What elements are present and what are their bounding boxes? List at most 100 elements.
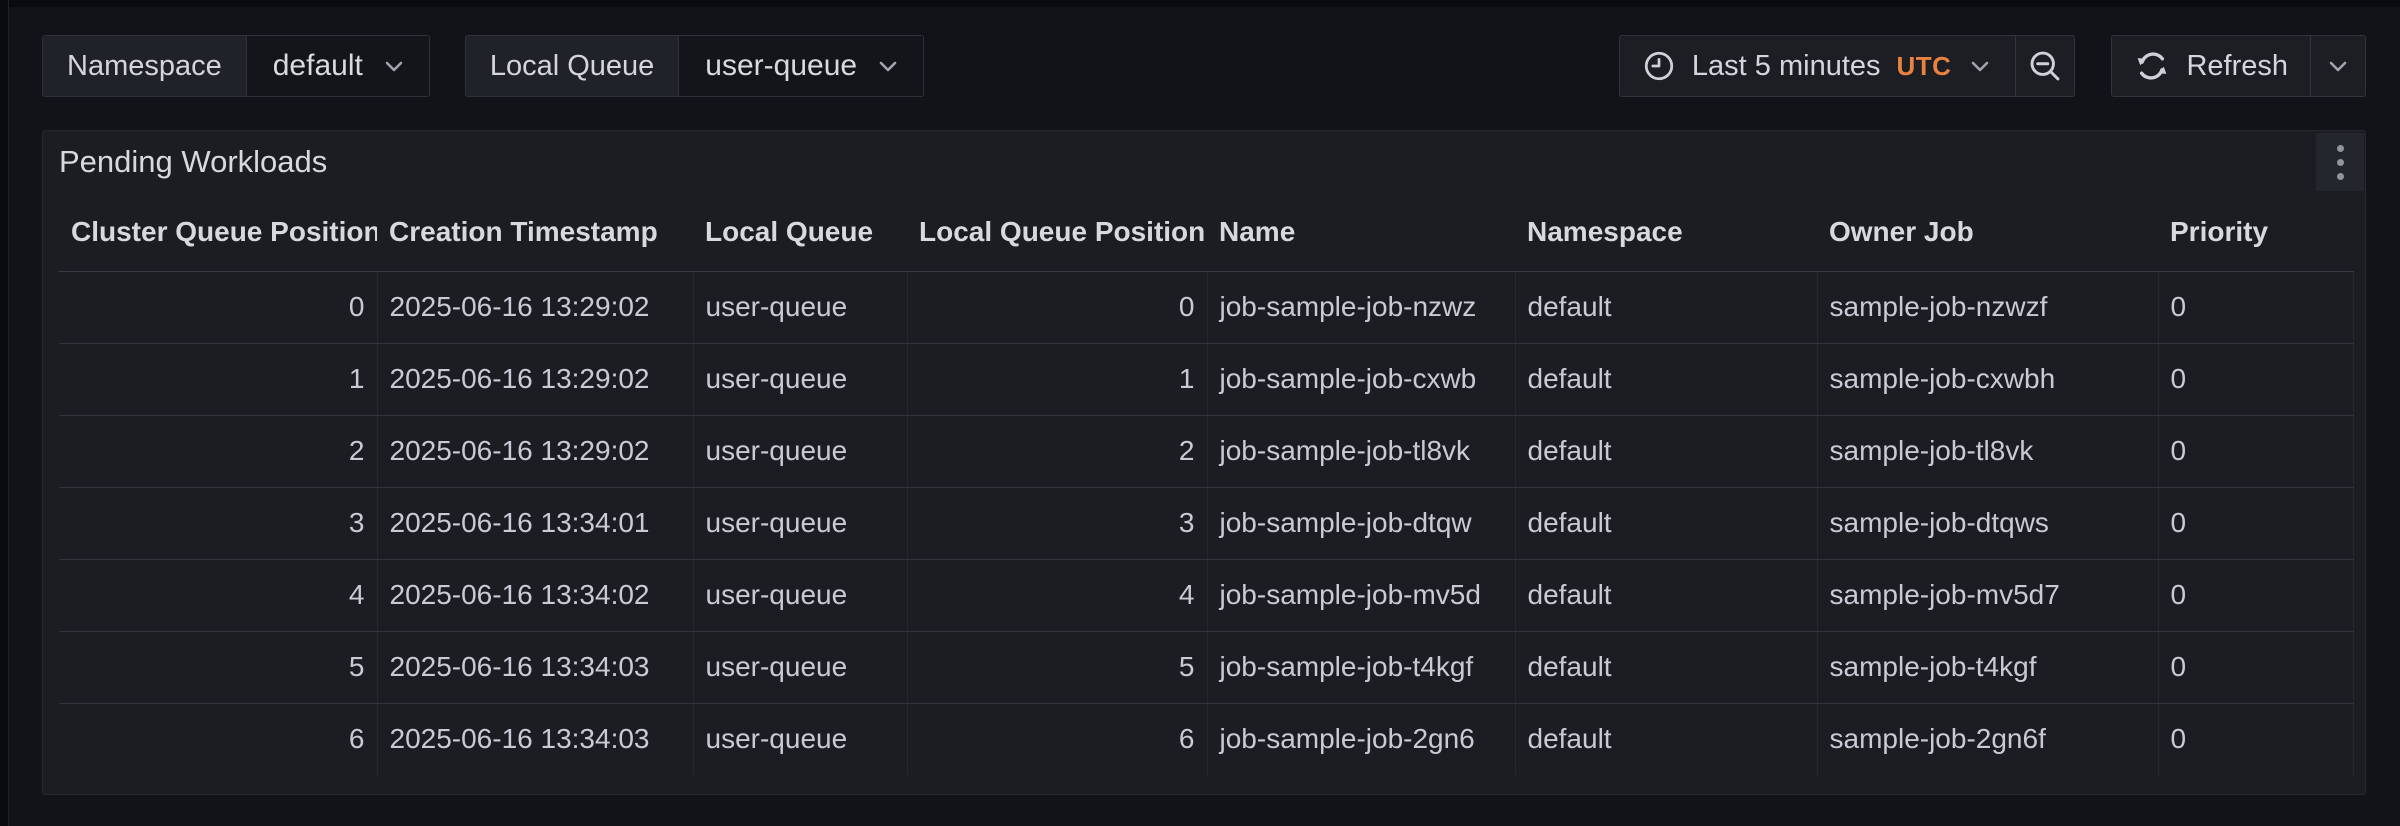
toolbar-spacer [924,35,1619,97]
table-cell: default [1515,271,1817,343]
table-cell: 0 [2158,343,2353,415]
table-cell: 2025-06-16 13:34:01 [377,487,693,559]
table-cell: 6 [59,703,377,775]
table-cell: sample-job-mv5d7 [1817,559,2158,631]
column-header-local-queue-position[interactable]: Local Queue Position [907,193,1207,271]
table-cell: 2025-06-16 13:29:02 [377,343,693,415]
table-cell: job-sample-job-cxwb [1207,343,1515,415]
table-cell: sample-job-cxwbh [1817,343,2158,415]
table-cell: 1 [907,343,1207,415]
table-cell: 0 [2158,271,2353,343]
column-header-creation-timestamp[interactable]: Creation Timestamp [377,193,693,271]
table-cell: job-sample-job-t4kgf [1207,631,1515,703]
table-row: 42025-06-16 13:34:02user-queue4job-sampl… [59,559,2353,631]
window-edge-left [0,0,9,826]
refresh-interval-dropdown[interactable] [2310,36,2365,96]
table-cell: 2025-06-16 13:29:02 [377,415,693,487]
table-cell: 6 [907,703,1207,775]
magnifier-minus-icon [2027,48,2063,84]
table-cell: default [1515,343,1817,415]
chevron-down-icon [2325,53,2351,79]
table-cell: job-sample-job-tl8vk [1207,415,1515,487]
table-row: 02025-06-16 13:29:02user-queue0job-sampl… [59,271,2353,343]
column-header-local-queue[interactable]: Local Queue [693,193,907,271]
table-cell: user-queue [693,343,907,415]
dashboard-toolbar: Namespace default Local Queue user-queue… [0,35,2400,97]
table-row: 32025-06-16 13:34:01user-queue3job-sampl… [59,487,2353,559]
table-cell: sample-job-dtqws [1817,487,2158,559]
table-cell: 4 [59,559,377,631]
namespace-variable-select[interactable]: default [247,36,429,96]
column-header-owner-job[interactable]: Owner Job [1817,193,2158,271]
namespace-variable-label: Namespace [43,36,247,96]
table-cell: sample-job-nzwzf [1817,271,2158,343]
table-cell: user-queue [693,487,907,559]
table-cell: default [1515,415,1817,487]
window-edge-top [0,0,2400,7]
table-cell: 0 [2158,415,2353,487]
local-queue-variable-label: Local Queue [466,36,679,96]
table-cell: sample-job-2gn6f [1817,703,2158,775]
table-row: 22025-06-16 13:29:02user-queue2job-sampl… [59,415,2353,487]
column-header-name[interactable]: Name [1207,193,1515,271]
variable-picker-namespace: Namespace default [42,35,430,97]
table-cell: 3 [59,487,377,559]
table-cell: 3 [907,487,1207,559]
chevron-down-icon [1967,53,1993,79]
table-cell: 0 [2158,703,2353,775]
panel-header: Pending Workloads [43,131,2365,193]
table-row: 12025-06-16 13:29:02user-queue1job-sampl… [59,343,2353,415]
table-cell: 0 [907,271,1207,343]
table-cell: default [1515,487,1817,559]
refresh-button[interactable]: Refresh [2112,36,2310,96]
table-cell: 2025-06-16 13:34:02 [377,559,693,631]
table-cell: 0 [2158,487,2353,559]
workloads-table-wrapper: Cluster Queue PositionCreation Timestamp… [43,193,2365,775]
namespace-variable-value: default [273,49,363,83]
column-header-namespace[interactable]: Namespace [1515,193,1817,271]
table-cell: 1 [59,343,377,415]
table-cell: user-queue [693,631,907,703]
table-cell: job-sample-job-nzwz [1207,271,1515,343]
pending-workloads-panel: Pending Workloads Cluster Queue Position… [42,130,2366,795]
table-cell: 2025-06-16 13:34:03 [377,631,693,703]
time-zoom-out-button[interactable] [2015,36,2074,96]
variable-picker-local-queue: Local Queue user-queue [465,35,924,97]
table-cell: user-queue [693,559,907,631]
refresh-label: Refresh [2186,50,2288,83]
table-cell: 0 [2158,559,2353,631]
local-queue-variable-value: user-queue [705,49,857,83]
table-cell: default [1515,559,1817,631]
workloads-table: Cluster Queue PositionCreation Timestamp… [59,193,2354,775]
panel-menu-button[interactable] [2316,133,2364,191]
table-cell: 2025-06-16 13:34:03 [377,703,693,775]
refresh-group: Refresh [2111,35,2366,97]
table-cell: user-queue [693,271,907,343]
table-cell: job-sample-job-mv5d [1207,559,1515,631]
table-cell: 5 [59,631,377,703]
time-picker-group: Last 5 minutes UTC [1619,35,2076,97]
chevron-down-icon [381,53,407,79]
table-cell: job-sample-job-2gn6 [1207,703,1515,775]
table-row: 62025-06-16 13:34:03user-queue6job-sampl… [59,703,2353,775]
time-range-button[interactable]: Last 5 minutes UTC [1620,36,2016,96]
table-cell: user-queue [693,415,907,487]
table-cell: 5 [907,631,1207,703]
column-header-priority[interactable]: Priority [2158,193,2353,271]
table-header-row: Cluster Queue PositionCreation Timestamp… [59,193,2353,271]
timezone-badge: UTC [1897,51,1952,82]
table-cell: default [1515,703,1817,775]
table-cell: 2025-06-16 13:29:02 [377,271,693,343]
table-cell: 0 [2158,631,2353,703]
clock-icon [1642,49,1676,83]
table-cell: 0 [59,271,377,343]
refresh-icon [2134,48,2170,84]
table-cell: user-queue [693,703,907,775]
table-row: 52025-06-16 13:34:03user-queue5job-sampl… [59,631,2353,703]
table-cell: 2 [59,415,377,487]
table-cell: 4 [907,559,1207,631]
table-cell: default [1515,631,1817,703]
table-cell: sample-job-t4kgf [1817,631,2158,703]
column-header-cluster-queue-position[interactable]: Cluster Queue Position [59,193,377,271]
local-queue-variable-select[interactable]: user-queue [679,36,923,96]
